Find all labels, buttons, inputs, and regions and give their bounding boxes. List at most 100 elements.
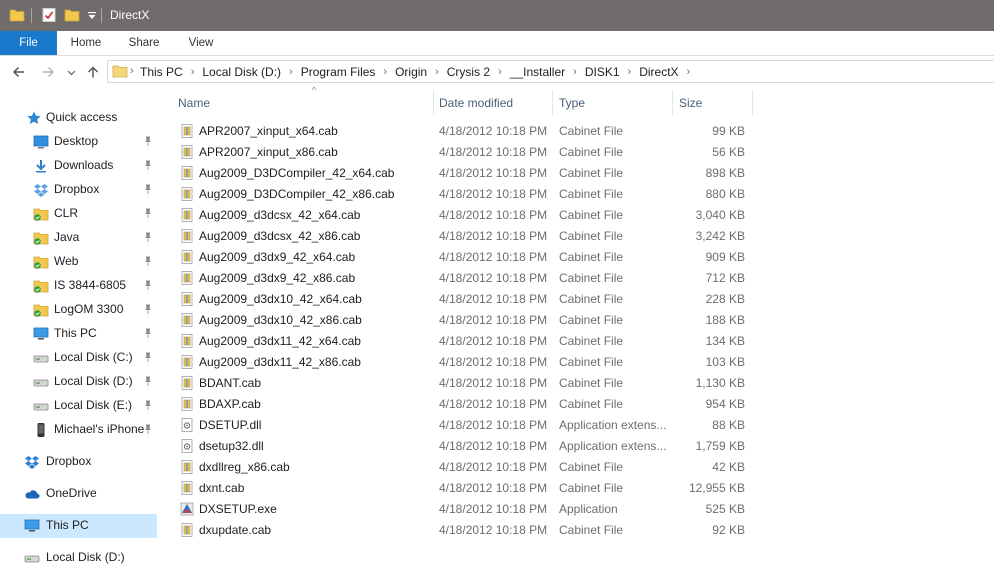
- file-row[interactable]: BDANT.cab 4/18/2012 10:18 PM Cabinet File 1…: [175, 373, 994, 394]
- sidebar-item-logom-3300[interactable]: LogOM 3300: [0, 298, 157, 322]
- file-row[interactable]: dsetup32.dll 4/18/2012 10:18 PM Applicatio…: [175, 436, 994, 457]
- pin-icon[interactable]: [142, 159, 154, 171]
- file-row[interactable]: Aug2009_d3dx10_42_x64.cab 4/18/2012 10:18…: [175, 289, 994, 310]
- breadcrumb-local-disk-d[interactable]: Local Disk (D:): [202, 65, 281, 79]
- sidebar-item-clr[interactable]: CLR: [0, 202, 157, 226]
- forward-button[interactable]: [39, 63, 57, 81]
- file-row[interactable]: Aug2009_D3DCompiler_42_x64.cab 4/18/2012 …: [175, 163, 994, 184]
- file-size: 1,759 KB: [695, 439, 745, 453]
- column-date-modified[interactable]: Date modified: [439, 96, 513, 110]
- tab-view[interactable]: View: [178, 31, 224, 55]
- chevron-right-icon: ›: [130, 65, 134, 77]
- file-row[interactable]: Aug2009_d3dx9_42_x86.cab 4/18/2012 10:18 …: [175, 268, 994, 289]
- pin-icon[interactable]: [142, 375, 154, 387]
- chevron-right-icon[interactable]: ›: [289, 66, 293, 78]
- file-date-modified: 4/18/2012 10:18 PM: [439, 439, 548, 453]
- file-type: Cabinet File: [559, 355, 624, 369]
- file-row[interactable]: BDAXP.cab 4/18/2012 10:18 PM Cabinet File 9…: [175, 394, 994, 415]
- customize-toolbar-icon[interactable]: [84, 7, 100, 23]
- recent-locations-button[interactable]: [64, 63, 78, 81]
- pin-icon[interactable]: [142, 207, 154, 219]
- nav-local-disk-d-tree[interactable]: Local Disk (D:): [0, 546, 157, 570]
- pin-icon[interactable]: [142, 135, 154, 147]
- sidebar-item-local-disk-c[interactable]: Local Disk (C:): [0, 346, 157, 370]
- file-date-modified: 4/18/2012 10:18 PM: [439, 460, 548, 474]
- file-date-modified: 4/18/2012 10:18 PM: [439, 481, 548, 495]
- sidebar-item-michael-s-iphone[interactable]: Michael's iPhone: [0, 418, 157, 442]
- tab-file[interactable]: File: [0, 31, 57, 55]
- file-row[interactable]: Aug2009_d3dx10_42_x86.cab 4/18/2012 10:18…: [175, 310, 994, 331]
- file-row[interactable]: APR2007_xinput_x86.cab 4/18/2012 10:18 PM…: [175, 142, 994, 163]
- breadcrumb-installer[interactable]: __Installer: [510, 65, 565, 79]
- file-type: Cabinet File: [559, 313, 624, 327]
- address-bar[interactable]: › This PC › Local Disk (D:) › Program Fi…: [107, 60, 994, 83]
- breadcrumb-origin[interactable]: Origin: [395, 65, 427, 79]
- chevron-right-icon[interactable]: ›: [435, 66, 439, 78]
- properties-icon[interactable]: [41, 7, 57, 23]
- nav-onedrive[interactable]: OneDrive: [0, 482, 157, 506]
- column-size[interactable]: Size: [679, 96, 702, 110]
- cabinet-file-icon: [181, 124, 193, 138]
- file-date-modified: 4/18/2012 10:18 PM: [439, 208, 548, 222]
- pin-icon[interactable]: [142, 351, 154, 363]
- sidebar-item-local-disk-e[interactable]: Local Disk (E:): [0, 394, 157, 418]
- sidebar-item-local-disk-d[interactable]: Local Disk (D:): [0, 370, 157, 394]
- nav-this-pc-selected[interactable]: This PC: [0, 514, 157, 538]
- chevron-right-icon[interactable]: ›: [191, 66, 195, 78]
- file-row[interactable]: Aug2009_d3dcsx_42_x86.cab 4/18/2012 10:18…: [175, 226, 994, 247]
- breadcrumb-program-files[interactable]: Program Files: [301, 65, 376, 79]
- file-date-modified: 4/18/2012 10:18 PM: [439, 334, 548, 348]
- file-row[interactable]: Aug2009_d3dcsx_42_x64.cab 4/18/2012 10:18…: [175, 205, 994, 226]
- pin-icon[interactable]: [142, 327, 154, 339]
- file-type: Cabinet File: [559, 271, 624, 285]
- chevron-right-icon[interactable]: ›: [687, 66, 691, 78]
- chevron-right-icon[interactable]: ›: [628, 66, 632, 78]
- pin-icon[interactable]: [142, 303, 154, 315]
- pin-icon[interactable]: [142, 255, 154, 267]
- file-row[interactable]: APR2007_xinput_x64.cab 4/18/2012 10:18 PM…: [175, 121, 994, 142]
- sidebar-item-web[interactable]: Web: [0, 250, 157, 274]
- pin-icon[interactable]: [142, 423, 154, 435]
- cabinet-file-icon: [181, 355, 193, 369]
- breadcrumb-crysis-2[interactable]: Crysis 2: [447, 65, 490, 79]
- file-row[interactable]: dxupdate.cab 4/18/2012 10:18 PM Cabinet Fi…: [175, 520, 994, 541]
- breadcrumb: This PC › Local Disk (D:) › Program File…: [140, 61, 698, 82]
- nav-quick-access[interactable]: Quick access: [0, 106, 157, 130]
- sidebar-item-downloads[interactable]: Downloads: [0, 154, 157, 178]
- sidebar-item-dropbox[interactable]: Dropbox: [0, 178, 157, 202]
- pin-icon[interactable]: [142, 183, 154, 195]
- pin-icon[interactable]: [142, 399, 154, 411]
- tab-home[interactable]: Home: [62, 31, 110, 55]
- file-row[interactable]: Aug2009_d3dx11_42_x64.cab 4/18/2012 10:18…: [175, 331, 994, 352]
- sidebar-item-desktop[interactable]: Desktop: [0, 130, 157, 154]
- tab-share[interactable]: Share: [120, 31, 168, 55]
- file-row[interactable]: dxdllreg_x86.cab 4/18/2012 10:18 PM Cabine…: [175, 457, 994, 478]
- cabinet-file-icon: [181, 187, 193, 201]
- file-row[interactable]: Aug2009_D3DCompiler_42_x86.cab 4/18/2012 …: [175, 184, 994, 205]
- back-button[interactable]: [10, 63, 28, 81]
- chevron-right-icon[interactable]: ›: [573, 66, 577, 78]
- file-date-modified: 4/18/2012 10:18 PM: [439, 523, 548, 537]
- column-name[interactable]: Name: [178, 96, 210, 110]
- file-row[interactable]: dxnt.cab 4/18/2012 10:18 PM Cabinet File 12…: [175, 478, 994, 499]
- up-button[interactable]: [84, 63, 102, 81]
- breadcrumb-disk1[interactable]: DISK1: [585, 65, 620, 79]
- sidebar-item-is-3844-6805[interactable]: IS 3844-6805: [0, 274, 157, 298]
- breadcrumb-directx[interactable]: DirectX: [639, 65, 678, 79]
- sidebar-item-java[interactable]: Java: [0, 226, 157, 250]
- pin-icon[interactable]: [142, 279, 154, 291]
- sidebar-item-this-pc[interactable]: This PC: [0, 322, 157, 346]
- column-type[interactable]: Type: [559, 96, 585, 110]
- file-type: Cabinet File: [559, 187, 624, 201]
- nav-dropbox[interactable]: Dropbox: [0, 450, 157, 474]
- file-row[interactable]: Aug2009_d3dx9_42_x64.cab 4/18/2012 10:18 …: [175, 247, 994, 268]
- file-row[interactable]: DSETUP.dll 4/18/2012 10:18 PM Application …: [175, 415, 994, 436]
- new-folder-icon[interactable]: [64, 7, 80, 23]
- breadcrumb-this-pc[interactable]: This PC: [140, 65, 183, 79]
- chevron-right-icon[interactable]: ›: [498, 66, 502, 78]
- file-row[interactable]: Aug2009_d3dx11_42_x86.cab 4/18/2012 10:18…: [175, 352, 994, 373]
- chevron-right-icon[interactable]: ›: [383, 66, 387, 78]
- file-row[interactable]: DXSETUP.exe 4/18/2012 10:18 PM Application…: [175, 499, 994, 520]
- pin-icon[interactable]: [142, 231, 154, 243]
- file-name: Aug2009_D3DCompiler_42_x64.cab: [199, 166, 395, 180]
